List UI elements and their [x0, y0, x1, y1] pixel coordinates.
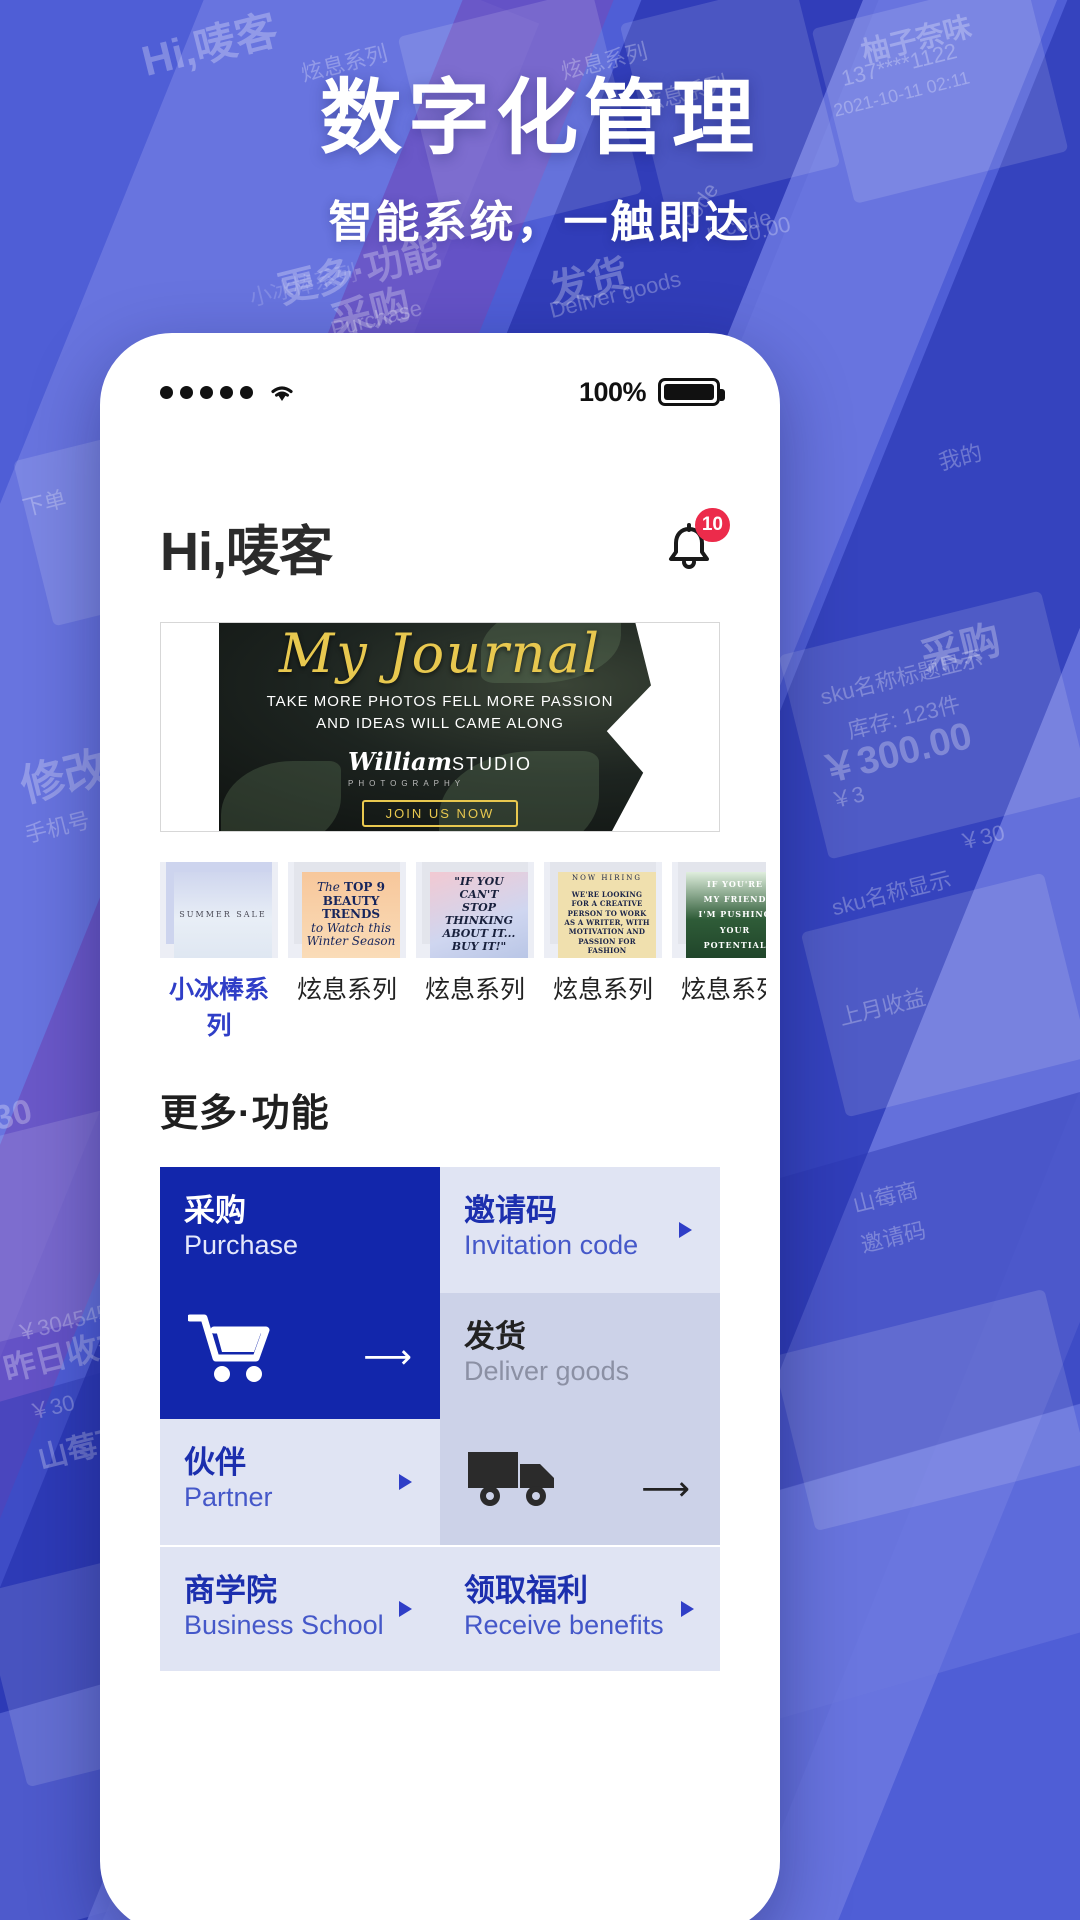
category-thumbnail: NOW HIRING WE'RE LOOKING FOR A CREATIVE P… — [544, 862, 662, 958]
grid-item-label-en: Receive benefits — [464, 1609, 664, 1640]
greeting-text: Hi,唛客 — [160, 522, 333, 582]
banner-brand-suffix: STUDIO — [451, 753, 532, 774]
grid-item-label-en: Deliver goods — [464, 1355, 630, 1386]
thumb-front-layer: SUMMER SALE — [174, 872, 272, 958]
more-functions-grid: 采购 Purchase ⟶ 邀请码 Invitation code 发货 Del… — [160, 1167, 720, 1671]
thumb-front-layer: "IF YOU CAN'T STOP THINKING ABOUT IT... BUY … — [430, 872, 528, 958]
triangle-right-icon — [399, 1601, 412, 1617]
banner-title: My Journal — [279, 622, 601, 686]
grid-item-label-en: Purchase — [184, 1229, 299, 1260]
long-arrow-right-icon: ⟶ — [363, 1338, 412, 1376]
grid-item-label-en: Business School — [184, 1609, 384, 1640]
banner-content: My Journal TAKE MORE PHOTOS FELL MORE PA… — [161, 623, 719, 831]
category-item[interactable]: "IF YOU CAN'T STOP THINKING ABOUT IT... BUY … — [416, 862, 534, 1042]
grid-item-label-en: Partner — [184, 1481, 273, 1512]
notification-badge: 10 — [694, 507, 730, 542]
greeting-row: Hi,唛客 10 — [114, 419, 766, 614]
grid-item-deliver-goods[interactable]: 发货 Deliver goods ⟶ — [440, 1293, 720, 1545]
status-bar: 100% — [114, 347, 766, 419]
promo-banner[interactable]: My Journal TAKE MORE PHOTOS FELL MORE PA… — [160, 622, 720, 832]
grid-item-label-ch: 发货 — [464, 1319, 526, 1354]
grid-item-label-ch: 领取福利 — [464, 1573, 588, 1608]
poster-headline: 数字化管理 — [319, 73, 760, 164]
category-list: SUMMER SALE 小冰棒系列 The TOP 9 BEAUTY TRENDS t… — [114, 832, 766, 1042]
grid-item-business-school[interactable]: 商学院 Business School — [160, 1545, 440, 1671]
thumb-front-layer: IF YOU'RE MY FRIEND I'M PUSHING YOUR POTENT… — [686, 872, 766, 958]
thumb-front-layer: NOW HIRING WE'RE LOOKING FOR A CREATIVE P… — [558, 872, 656, 958]
triangle-right-icon — [681, 1601, 694, 1617]
category-thumbnail: The TOP 9 BEAUTY TRENDS to Watch this Winter… — [288, 862, 406, 958]
shopping-cart-icon — [186, 1312, 276, 1391]
poster-headline-block: 数字化管理 智能系统，一触即达 — [0, 78, 1080, 250]
banner-brand-tagline: PHOTOGRAPHY — [348, 778, 466, 788]
category-thumbnail: "IF YOU CAN'T STOP THINKING ABOUT IT... BUY … — [416, 862, 534, 958]
grid-item-label-ch: 商学院 — [184, 1573, 277, 1608]
category-thumbnail: SUMMER SALE — [160, 862, 278, 958]
thumb-front-layer: The TOP 9 BEAUTY TRENDS to Watch this Winter… — [302, 872, 400, 958]
category-label: 炫息系列 — [552, 976, 653, 1004]
grid-item-receive-benefits[interactable]: 领取福利 Receive benefits — [440, 1545, 720, 1671]
phone-screen: 100% Hi,唛客 10 My Journal TAKE MORE PHOTO… — [114, 347, 766, 1919]
grid-item-label-ch: 伙伴 — [184, 1445, 246, 1480]
long-arrow-right-icon: ⟶ — [641, 1470, 690, 1508]
category-label: 小冰棒系列 — [168, 976, 269, 1040]
battery-full-icon — [658, 378, 725, 406]
grid-item-invitation-code[interactable]: 邀请码 Invitation code — [440, 1167, 720, 1293]
category-label: 炫息系列 — [424, 976, 525, 1004]
notification-button[interactable]: 10 — [658, 507, 730, 578]
category-thumbnail: IF YOU'RE MY FRIEND I'M PUSHING YOUR POTENT… — [672, 862, 766, 958]
triangle-right-icon — [399, 1474, 412, 1490]
category-label: 炫息系列 — [680, 976, 766, 1004]
thumb-text: NOW HIRING WE'RE LOOKING FOR A CREATIVE P… — [564, 874, 650, 956]
battery-percent-label: 100% — [578, 376, 647, 407]
triangle-right-icon — [679, 1222, 692, 1238]
banner-subtitle-line2: AND IDEAS WILL CAME ALONG — [316, 715, 564, 732]
signal-strength-icon — [160, 385, 253, 399]
banner-cta-button[interactable]: JOIN US NOW — [361, 799, 519, 827]
category-item[interactable]: IF YOU'RE MY FRIEND I'M PUSHING YOUR POTENT… — [672, 862, 766, 1042]
thumb-text: "IF YOU CAN'T STOP THINKING ABOUT IT... BUY … — [442, 875, 516, 953]
grid-item-label-ch: 采购 — [184, 1193, 246, 1228]
phone-mockup: 100% Hi,唛客 10 My Journal TAKE MORE PHOTO… — [100, 333, 780, 1920]
thumb-text: IF YOU'RE MY FRIEND I'M PUSHING YOUR POTENT… — [698, 879, 766, 950]
thumb-text: The TOP 9 BEAUTY TRENDS to Watch this Winter… — [306, 880, 396, 949]
grid-item-label-en: Invitation code — [464, 1229, 639, 1260]
grid-item-partner[interactable]: 伙伴 Partner — [160, 1419, 440, 1545]
wifi-icon — [267, 381, 295, 403]
category-item[interactable]: SUMMER SALE 小冰棒系列 — [160, 862, 278, 1042]
grid-item-label-ch: 邀请码 — [464, 1193, 557, 1228]
banner-subtitle-line1: TAKE MORE PHOTOS FELL MORE PASSION — [266, 693, 614, 711]
thumb-text: SUMMER SALE — [179, 910, 267, 920]
poster-subheadline: 智能系统，一触即达 — [328, 198, 752, 247]
truck-icon — [466, 1444, 562, 1515]
category-item[interactable]: The TOP 9 BEAUTY TRENDS to Watch this Winter… — [288, 862, 406, 1042]
banner-subtitle: TAKE MORE PHOTOS FELL MORE PASSION AND I… — [267, 691, 614, 735]
grid-item-purchase[interactable]: 采购 Purchase ⟶ — [160, 1167, 440, 1419]
more-functions-title: 更多·功能 — [160, 1093, 330, 1135]
banner-brand: WilliamSTUDIO PHOTOGRAPHY — [348, 747, 532, 788]
category-label: 炫息系列 — [296, 976, 397, 1004]
banner-brand-name: William — [348, 746, 452, 776]
category-item[interactable]: NOW HIRING WE'RE LOOKING FOR A CREATIVE P… — [544, 862, 662, 1042]
phone-notch — [290, 347, 590, 395]
